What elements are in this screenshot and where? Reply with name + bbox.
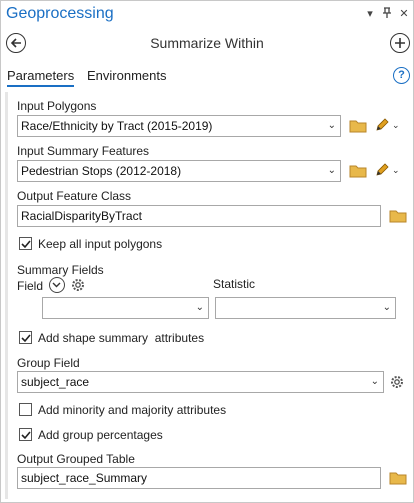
pane-title: Geoprocessing: [6, 5, 114, 22]
input-polygons-label: Input Polygons: [17, 99, 97, 113]
add-shape-summary-label: Add shape summary attributes: [38, 331, 205, 345]
chevron-down-icon: ⌄: [195, 302, 204, 313]
geoprocessing-pane: Geoprocessing ▾ ✕ Summarize Within Param…: [0, 0, 414, 503]
pencil-icon[interactable]: [374, 117, 390, 133]
chevron-down-icon: ⌄: [327, 165, 336, 176]
input-summary-features-label: Input Summary Features: [17, 144, 150, 158]
gear-icon[interactable]: [70, 277, 86, 293]
input-polygons-value: Race/Ethnicity by Tract (2015-2019): [21, 119, 213, 133]
keep-all-polygons-checkbox[interactable]: [19, 237, 32, 250]
output-grouped-table-label: Output Grouped Table: [17, 452, 135, 466]
gear-icon[interactable]: [389, 374, 405, 390]
summary-field-dropdown[interactable]: ⌄: [42, 297, 209, 319]
add-minority-majority-label: Add minority and majority attributes: [38, 403, 227, 417]
folder-icon[interactable]: [349, 119, 367, 133]
add-shape-summary-checkbox[interactable]: [19, 331, 32, 344]
add-group-percentages-label: Add group percentages: [38, 428, 163, 442]
chevron-down-icon[interactable]: ▾: [363, 7, 377, 21]
tool-header: Summarize Within: [1, 31, 413, 57]
statistic-column-label: Statistic: [213, 277, 256, 291]
folder-icon[interactable]: [389, 471, 407, 485]
keep-all-polygons-label: Keep all input polygons: [38, 237, 163, 251]
input-summary-features-value: Pedestrian Stops (2012-2018): [21, 164, 182, 178]
group-field-dropdown[interactable]: subject_race ⌄: [17, 371, 384, 393]
checkmark-icon: [21, 334, 31, 343]
folder-icon[interactable]: [349, 164, 367, 178]
group-field-value: subject_race: [21, 375, 90, 389]
tool-title: Summarize Within: [150, 35, 264, 51]
tab-parameters[interactable]: Parameters: [7, 68, 75, 87]
checkmark-icon: [21, 240, 31, 249]
expand-icon[interactable]: [49, 277, 65, 293]
chevron-down-icon[interactable]: ⌄: [392, 120, 400, 131]
summary-fields-label: Summary Fields: [17, 263, 104, 277]
close-icon[interactable]: ✕: [397, 7, 411, 21]
tab-environments[interactable]: Environments: [87, 68, 166, 83]
chevron-down-icon: ⌄: [327, 120, 336, 131]
pin-icon[interactable]: [380, 7, 394, 21]
output-feature-class-label: Output Feature Class: [17, 189, 132, 203]
add-group-percentages-checkbox[interactable]: [19, 428, 32, 441]
chevron-down-icon[interactable]: ⌄: [392, 165, 400, 176]
statistic-dropdown[interactable]: ⌄: [215, 297, 396, 319]
input-polygons-dropdown[interactable]: Race/Ethnicity by Tract (2015-2019) ⌄: [17, 115, 341, 137]
input-summary-features-dropdown[interactable]: Pedestrian Stops (2012-2018) ⌄: [17, 160, 341, 182]
title-bar: Geoprocessing ▾ ✕: [1, 1, 413, 29]
pencil-icon[interactable]: [374, 162, 390, 178]
chevron-down-icon: ⌄: [382, 302, 391, 313]
checkmark-icon: [21, 431, 31, 440]
folder-icon[interactable]: [389, 209, 407, 223]
output-feature-class-input[interactable]: RacialDisparityByTract: [17, 205, 381, 227]
add-icon[interactable]: [390, 33, 410, 53]
add-minority-majority-checkbox[interactable]: [19, 403, 32, 416]
chevron-down-icon: ⌄: [370, 376, 379, 387]
help-icon[interactable]: ?: [393, 67, 410, 84]
parameters-panel: Input Polygons Race/Ethnicity by Tract (…: [5, 92, 409, 499]
group-field-label: Group Field: [17, 356, 80, 370]
field-column-label: Field: [17, 279, 44, 293]
tab-bar: Parameters Environments ?: [1, 63, 413, 89]
output-grouped-table-input[interactable]: subject_race_Summary: [17, 467, 381, 489]
